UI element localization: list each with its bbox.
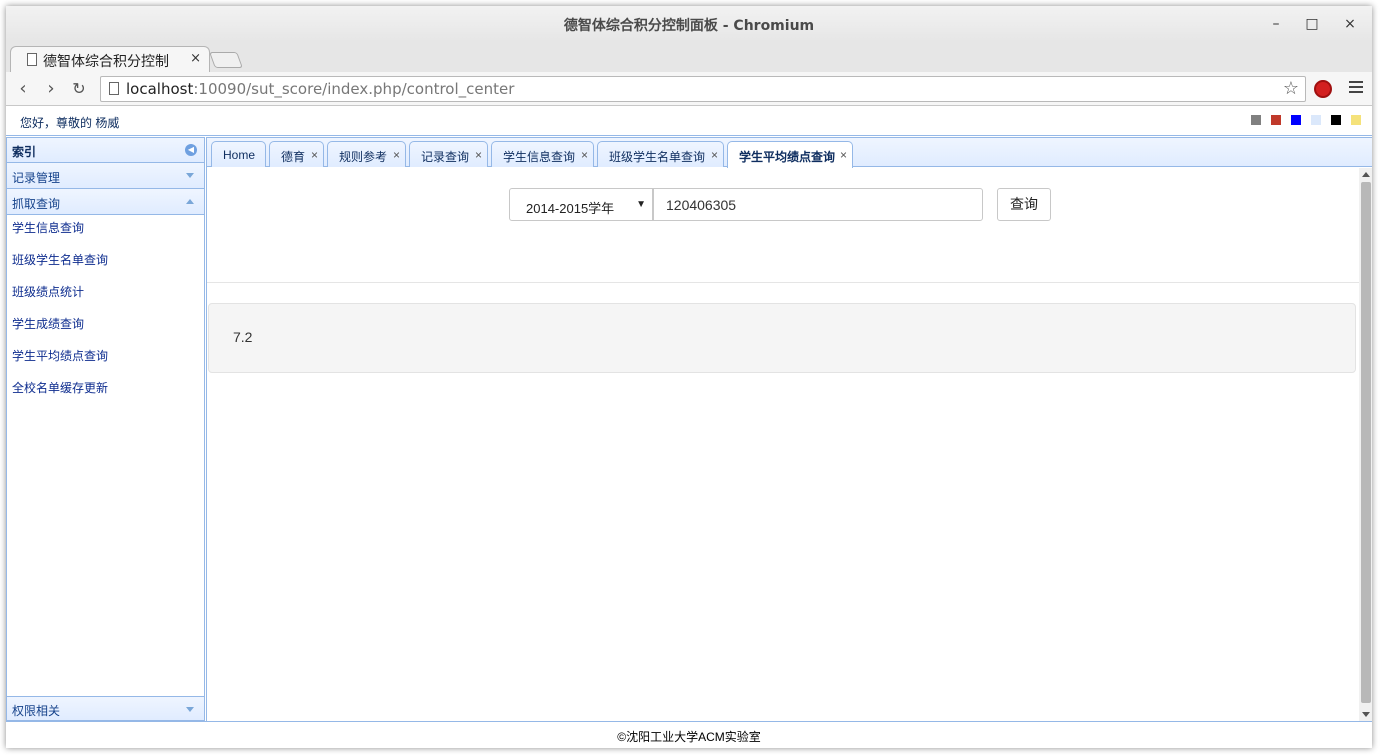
theme-swatch-gray[interactable] — [1251, 115, 1261, 125]
url-host: localhost — [126, 80, 194, 98]
window-title: 德智体综合积分控制面板 - Chromium — [563, 18, 815, 34]
student-id-input[interactable]: 120406305 — [653, 188, 983, 221]
gpa-result: 7.2 — [233, 329, 253, 345]
forward-icon[interactable]: › — [40, 78, 62, 100]
accordion-fetch-header[interactable]: 抓取查询 — [7, 189, 204, 215]
tab-record-query[interactable]: 记录查询 × — [409, 141, 488, 167]
bookmark-star-icon[interactable]: ☆ — [1283, 78, 1299, 99]
browser-tab-strip: 德智体综合积分控制 × — [6, 42, 1372, 72]
back-icon[interactable]: ‹ — [12, 78, 34, 100]
result-well: 7.2 — [208, 303, 1356, 373]
vertical-scrollbar[interactable] — [1359, 168, 1372, 721]
scroll-up-icon[interactable] — [1362, 172, 1370, 177]
menu-item-student-grades[interactable]: 学生成绩查询 — [7, 311, 204, 343]
hamburger-menu-icon[interactable] — [1349, 81, 1363, 95]
tab-label: 规则参考 — [339, 150, 388, 164]
greeting-text: 您好，尊敬的 杨威 — [20, 116, 120, 130]
reload-icon[interactable]: ↻ — [68, 78, 90, 100]
extension-stop-icon[interactable] — [1314, 80, 1332, 98]
scroll-down-icon[interactable] — [1362, 712, 1370, 717]
theme-swatch-red[interactable] — [1271, 115, 1281, 125]
menu-item-cache-update[interactable]: 全校名单缓存更新 — [7, 375, 204, 407]
document-icon — [27, 53, 37, 66]
center-panel: Home 德育 × 规则参考 × 记录查询 × 学生信息查询 × 班级学生名单查询 × 学… — [206, 137, 1372, 721]
browser-tab-close-icon[interactable]: × — [190, 51, 201, 66]
tab-close-icon[interactable]: × — [711, 148, 718, 162]
tab-class-roster[interactable]: 班级学生名单查询 × — [597, 141, 724, 167]
tab-label: 记录查询 — [421, 150, 470, 164]
query-form: 2014-2015学年 ▼ 120406305 查询 — [207, 168, 1359, 283]
menu-item-student-info[interactable]: 学生信息查询 — [7, 215, 204, 247]
easyui-tabs-header: Home 德育 × 规则参考 × 记录查询 × 学生信息查询 × 班级学生名单查询 × 学… — [207, 138, 1372, 168]
fetch-menu-list: 学生信息查询 班级学生名单查询 班级绩点统计 学生成绩查询 学生平均绩点查询 全… — [7, 215, 204, 407]
browser-tab[interactable]: 德智体综合积分控制 × — [10, 46, 210, 72]
theme-swatch-black[interactable] — [1331, 115, 1341, 125]
year-select[interactable]: 2014-2015学年 ▼ — [509, 188, 653, 221]
maximize-button[interactable]: □ — [1302, 14, 1322, 34]
accordion-fetch-title: 抓取查询 — [12, 197, 61, 211]
tab-student-info[interactable]: 学生信息查询 × — [491, 141, 594, 167]
tab-student-avg-gpa[interactable]: 学生平均绩点查询 × — [727, 141, 853, 168]
west-panel-title: 索引 — [12, 145, 37, 159]
close-window-button[interactable]: × — [1340, 14, 1360, 34]
tab-close-icon[interactable]: × — [840, 148, 847, 162]
theme-swatch-yellow[interactable] — [1351, 115, 1361, 125]
tab-label: 学生平均绩点查询 — [739, 150, 836, 164]
menu-item-class-roster[interactable]: 班级学生名单查询 — [7, 247, 204, 279]
west-panel: 索引 ◀ 记录管理 抓取查询 学生信息查询 班级学生名单查询 班级绩点统计 学生… — [6, 137, 205, 721]
address-bar[interactable]: localhost:10090/sut_score/index.php/cont… — [100, 76, 1306, 102]
theme-swatch-lightblue[interactable] — [1311, 115, 1321, 125]
title-bar: 德智体综合积分控制面板 - Chromium – □ × — [6, 6, 1372, 42]
accordion-permissions-title: 权限相关 — [12, 704, 61, 718]
tab-close-icon[interactable]: × — [475, 148, 482, 162]
tab-label: 德育 — [281, 150, 306, 164]
tab-moral[interactable]: 德育 × — [269, 141, 324, 167]
menu-item-class-gpa-stats[interactable]: 班级绩点统计 — [7, 279, 204, 311]
page-footer: ©沈阳工业大学ACM实验室 — [6, 721, 1372, 748]
tab-label: Home — [223, 148, 256, 162]
web-page: 您好，尊敬的 杨威 索引 ◀ 记录管理 抓取查询 学生信息查询 班级学生名单查询… — [6, 107, 1372, 748]
collapse-panel-icon[interactable]: ◀ — [185, 144, 197, 156]
browser-tab-title: 德智体综合积分控制 — [43, 54, 169, 70]
page-icon — [109, 82, 119, 95]
accordion-records-title: 记录管理 — [12, 171, 61, 185]
query-button[interactable]: 查询 — [997, 188, 1051, 221]
tab-close-icon[interactable]: × — [393, 148, 400, 162]
tab-label: 班级学生名单查询 — [609, 150, 706, 164]
theme-swatch-blue[interactable] — [1291, 115, 1301, 125]
accordion-records-header[interactable]: 记录管理 — [7, 163, 204, 189]
accordion-permissions-header[interactable]: 权限相关 — [7, 696, 204, 720]
url-path: :10090/sut_score/index.php/control_cente… — [193, 80, 515, 98]
new-tab-button[interactable] — [209, 52, 243, 68]
top-bar: 您好，尊敬的 杨威 — [6, 107, 1372, 136]
student-id-value: 120406305 — [666, 197, 737, 213]
browser-window: 德智体综合积分控制面板 - Chromium – □ × 德智体综合积分控制 ×… — [6, 6, 1372, 748]
browser-toolbar: ‹ › ↻ localhost:10090/sut_score/index.ph… — [6, 72, 1372, 106]
tab-close-icon[interactable]: × — [311, 148, 318, 162]
expand-icon — [186, 173, 194, 178]
collapse-icon — [186, 199, 194, 204]
tab-rules[interactable]: 规则参考 × — [327, 141, 406, 167]
year-select-value: 2014-2015学年 — [526, 201, 615, 216]
expand-icon — [186, 707, 194, 712]
dropdown-caret-icon: ▼ — [636, 199, 646, 210]
minimize-button[interactable]: – — [1266, 14, 1286, 34]
tab-close-icon[interactable]: × — [581, 148, 588, 162]
tab-label: 学生信息查询 — [503, 150, 576, 164]
url-text: localhost:10090/sut_score/index.php/cont… — [126, 80, 514, 98]
tab-content: 2014-2015学年 ▼ 120406305 查询 7.2 — [207, 168, 1359, 721]
west-panel-header: 索引 ◀ — [7, 138, 204, 163]
menu-item-student-avg-gpa[interactable]: 学生平均绩点查询 — [7, 343, 204, 375]
scrollbar-thumb[interactable] — [1361, 182, 1371, 703]
tab-home[interactable]: Home — [211, 141, 266, 167]
